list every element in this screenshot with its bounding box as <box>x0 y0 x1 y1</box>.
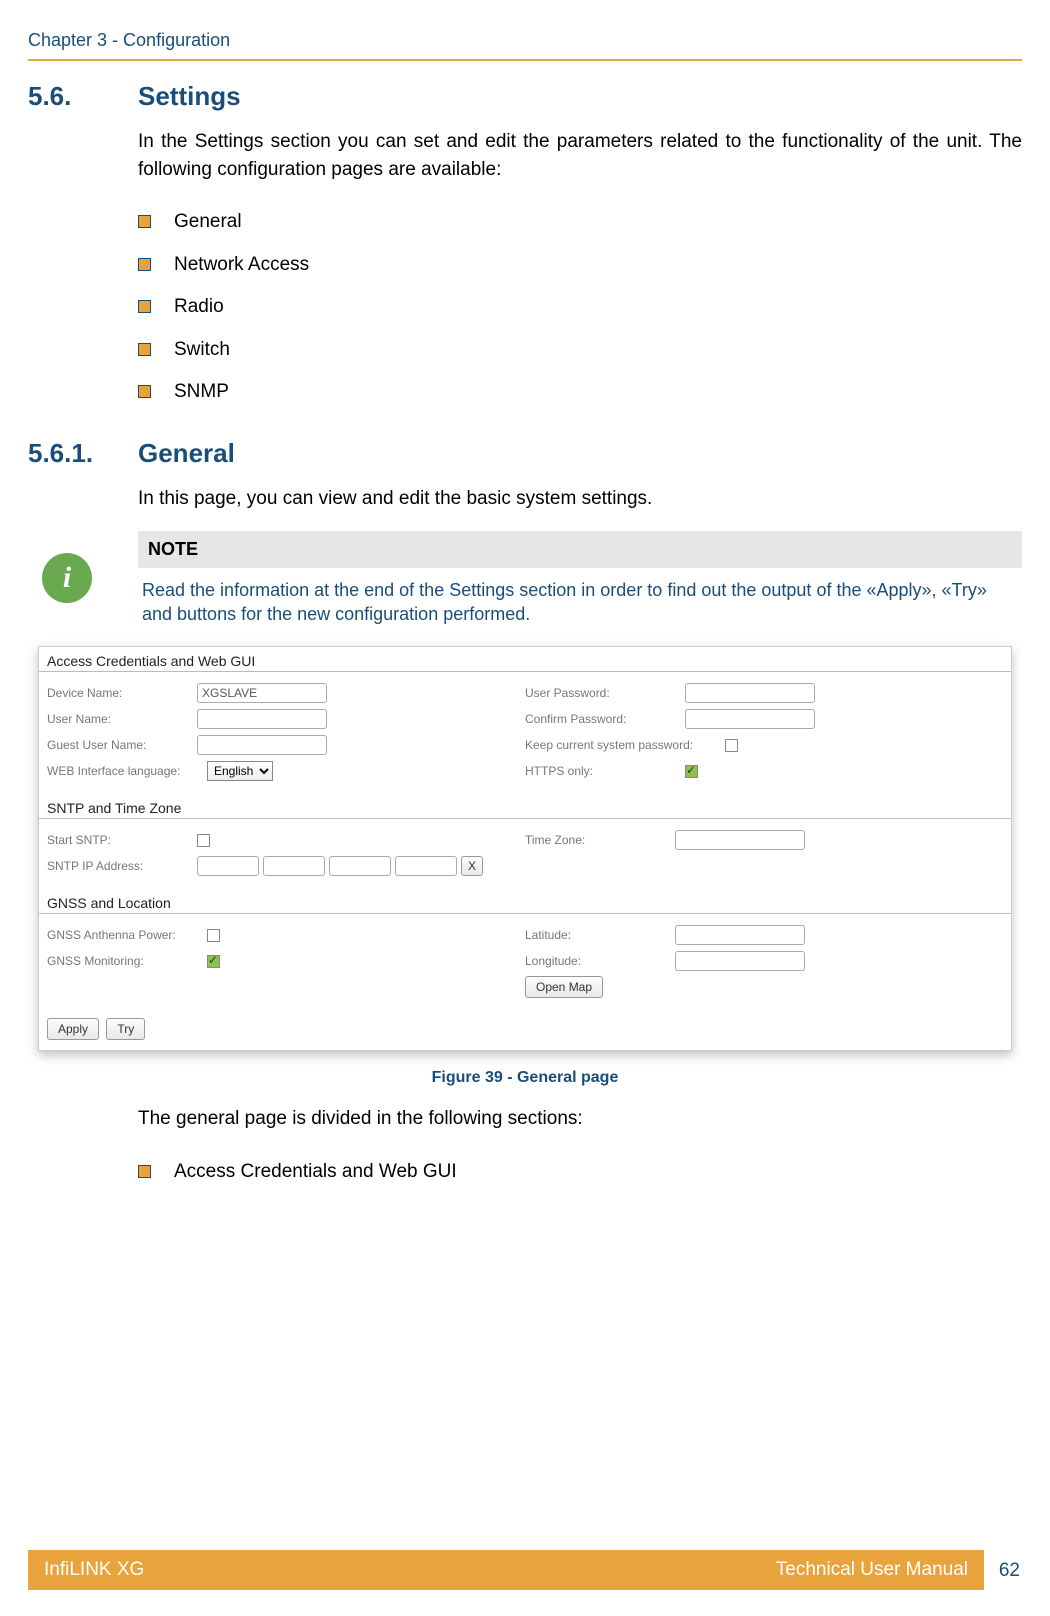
settings-pages-list: General Network Access Radio Switch SNMP <box>138 201 1022 414</box>
footer-bar: InfiLINK XG Technical User Manual <box>28 1550 984 1590</box>
footer-left: InfiLINK XG <box>44 1559 144 1581</box>
user-name-label: User Name: <box>47 712 197 726</box>
open-map-button[interactable]: Open Map <box>525 976 603 998</box>
sntp-ip-2-input[interactable] <box>263 856 325 876</box>
sntp-ip-3-input[interactable] <box>329 856 391 876</box>
gnss-monitoring-checkbox[interactable] <box>207 955 220 968</box>
latitude-input[interactable] <box>675 925 805 945</box>
section-intro: In this page, you can view and edit the … <box>138 485 1022 513</box>
user-password-input[interactable] <box>685 683 815 703</box>
after-figure-text: The general page is divided in the follo… <box>138 1105 1022 1133</box>
device-name-input[interactable] <box>197 683 327 703</box>
sntp-ip-4-input[interactable] <box>395 856 457 876</box>
note-label: NOTE <box>138 531 1022 568</box>
sntp-clear-button[interactable]: X <box>461 856 483 876</box>
section-number: 5.6. <box>28 81 138 112</box>
longitude-label: Longitude: <box>525 954 675 968</box>
user-password-label: User Password: <box>525 686 685 700</box>
start-sntp-checkbox[interactable] <box>197 834 210 847</box>
page-number: 62 <box>999 1560 1020 1582</box>
sntp-ip-1-input[interactable] <box>197 856 259 876</box>
list-item: Access Credentials and Web GUI <box>138 1151 1022 1194</box>
section-title: General <box>138 438 235 469</box>
section-number: 5.6.1. <box>28 438 138 469</box>
gnss-monitoring-label: GNSS Monitoring: <box>47 954 207 968</box>
figure-caption: Figure 39 - General page <box>28 1069 1022 1087</box>
note-text: Read the information at the end of the S… <box>138 568 1022 633</box>
sntp-ip-label: SNTP IP Address: <box>47 859 197 873</box>
apply-button[interactable]: Apply <box>47 1018 99 1040</box>
general-page-screenshot: Access Credentials and Web GUI Device Na… <box>38 646 1012 1051</box>
panel-heading-gnss: GNSS and Location <box>39 891 1011 914</box>
confirm-password-label: Confirm Password: <box>525 712 685 726</box>
chapter-header: Chapter 3 - Configuration <box>28 30 1022 51</box>
gnss-antenna-checkbox[interactable] <box>207 929 220 942</box>
section-5-6-heading: 5.6. Settings <box>28 81 1022 112</box>
header-rule <box>28 59 1022 61</box>
https-only-label: HTTPS only: <box>525 764 685 778</box>
timezone-input[interactable] <box>675 830 805 850</box>
footer-right: Technical User Manual <box>776 1559 968 1581</box>
list-item: Radio <box>138 286 1022 329</box>
device-name-label: Device Name: <box>47 686 197 700</box>
try-button[interactable]: Try <box>106 1018 145 1040</box>
section-title: Settings <box>138 81 241 112</box>
longitude-input[interactable] <box>675 951 805 971</box>
keep-password-label: Keep current system password: <box>525 738 725 752</box>
language-label: WEB Interface language: <box>47 764 207 778</box>
keep-password-checkbox[interactable] <box>725 739 738 752</box>
list-item: General <box>138 201 1022 244</box>
list-item: Switch <box>138 329 1022 372</box>
panel-heading-access: Access Credentials and Web GUI <box>39 647 1011 672</box>
guest-user-label: Guest User Name: <box>47 738 197 752</box>
note-block: i NOTE Read the information at the end o… <box>138 531 1022 633</box>
user-name-input[interactable] <box>197 709 327 729</box>
info-icon: i <box>42 553 92 603</box>
sections-list: Access Credentials and Web GUI <box>138 1151 1022 1194</box>
language-select[interactable]: English <box>207 761 273 781</box>
https-only-checkbox[interactable] <box>685 765 698 778</box>
timezone-label: Time Zone: <box>525 833 675 847</box>
panel-heading-sntp: SNTP and Time Zone <box>39 796 1011 819</box>
gnss-antenna-label: GNSS Anthenna Power: <box>47 928 207 942</box>
list-item: SNMP <box>138 371 1022 414</box>
confirm-password-input[interactable] <box>685 709 815 729</box>
start-sntp-label: Start SNTP: <box>47 833 197 847</box>
list-item: Network Access <box>138 244 1022 287</box>
section-intro: In the Settings section you can set and … <box>138 128 1022 183</box>
section-5-6-1-heading: 5.6.1. General <box>28 438 1022 469</box>
guest-user-input[interactable] <box>197 735 327 755</box>
latitude-label: Latitude: <box>525 928 675 942</box>
